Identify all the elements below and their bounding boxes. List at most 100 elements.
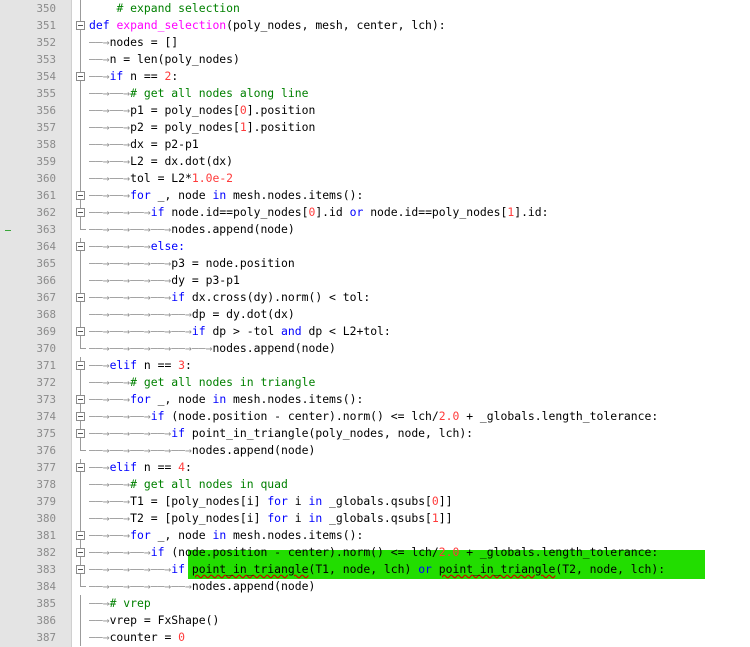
code-text: ——→——→——→——→——→nodes.append(node) xyxy=(89,578,315,595)
fold-toggle-icon[interactable] xyxy=(74,68,86,85)
fold-guide xyxy=(74,119,86,136)
code-token: ——→——→——→——→ xyxy=(89,426,172,440)
code-token: ——→——→——→——→——→ xyxy=(89,324,192,338)
code-line[interactable]: 365 ——→——→——→——→p3 = node.position xyxy=(0,255,750,272)
fold-toggle-icon[interactable] xyxy=(74,391,86,408)
code-line[interactable]: 368 ——→——→——→——→——→dp = dy.dot(dx) xyxy=(0,306,750,323)
code-token: (T2, node, lch): xyxy=(555,562,666,576)
code-line[interactable]: 352 ——→nodes = [] xyxy=(0,34,750,51)
code-token: ——→——→ xyxy=(89,154,131,168)
code-line[interactable]: 385 ——→# vrep xyxy=(0,595,750,612)
code-token: T1 = [poly_nodes[i] xyxy=(130,494,268,508)
code-line[interactable]: 369 ——→——→——→——→——→if dp > -tol and dp < … xyxy=(0,323,750,340)
code-text: ——→——→——→——→nodes.append(node) xyxy=(89,221,295,238)
fold-toggle-icon[interactable] xyxy=(74,323,86,340)
code-line[interactable]: 353 ——→n = len(poly_nodes) xyxy=(0,51,750,68)
code-token: ——→——→——→——→ xyxy=(89,290,172,304)
code-token: n = len(poly_nodes) xyxy=(109,52,240,66)
code-token: (node.position - center).norm() <= lch/ xyxy=(171,545,439,559)
code-token: dx.cross(dy).norm() < tol: xyxy=(191,290,371,304)
line-number: 350 xyxy=(36,2,56,15)
code-line[interactable]: 366 ——→——→——→——→dy = p3-p1 xyxy=(0,272,750,289)
code-line[interactable]: 371 ——→elif n == 3: xyxy=(0,357,750,374)
line-number: 383 xyxy=(36,563,56,576)
code-token: for xyxy=(130,188,158,202)
fold-toggle-icon[interactable] xyxy=(74,527,86,544)
code-line[interactable]: 372 ——→——→# get all nodes in triangle xyxy=(0,374,750,391)
fold-toggle-icon[interactable] xyxy=(74,204,86,221)
code-line[interactable]: 374 ——→——→——→if (node.position - center).… xyxy=(0,408,750,425)
code-line[interactable]: 362 ——→——→——→if node.id==poly_nodes[0].id… xyxy=(0,204,750,221)
code-text: def expand_selection(poly_nodes, mesh, c… xyxy=(89,17,446,34)
code-line[interactable]: 383 ——→——→——→——→if point_in_triangle(T1, … xyxy=(0,561,750,578)
code-line[interactable]: 379 ——→——→T1 = [poly_nodes[i] for i in _g… xyxy=(0,493,750,510)
code-line[interactable]: 386 ——→vrep = FxShape() xyxy=(0,612,750,629)
code-line[interactable]: 364 ——→——→——→else: xyxy=(0,238,750,255)
code-token: ——→——→——→——→——→ xyxy=(89,307,192,321)
code-line[interactable]: 367 ——→——→——→——→if dx.cross(dy).norm() < … xyxy=(0,289,750,306)
fold-toggle-icon[interactable] xyxy=(74,425,86,442)
code-token: ——→ xyxy=(89,52,110,66)
code-token: if xyxy=(171,426,192,440)
code-line[interactable]: 363 ——→——→——→——→nodes.append(node) xyxy=(0,221,750,238)
fold-toggle-icon[interactable] xyxy=(74,357,86,374)
code-line[interactable]: 382 ——→——→——→if (node.position - center).… xyxy=(0,544,750,561)
code-token: ——→——→ xyxy=(89,171,131,185)
code-line[interactable]: 361 ——→——→for _, node in mesh.nodes.items… xyxy=(0,187,750,204)
code-token: 1.0e-2 xyxy=(191,171,234,185)
code-token: _, node xyxy=(157,392,213,406)
fold-toggle-icon[interactable] xyxy=(74,408,86,425)
code-token: dp < L2+tol: xyxy=(308,324,391,338)
fold-toggle-icon[interactable] xyxy=(74,459,86,476)
code-token: 0 xyxy=(431,494,439,508)
code-line[interactable]: 359 ——→——→L2 = dx.dot(dx) xyxy=(0,153,750,170)
code-token: for xyxy=(130,392,158,406)
code-line[interactable]: 384 ——→——→——→——→——→nodes.append(node) xyxy=(0,578,750,595)
code-line[interactable]: 376 ——→——→——→——→——→nodes.append(node) xyxy=(0,442,750,459)
code-token: + _globals.length_tolerance: xyxy=(459,545,659,559)
code-token: if xyxy=(171,290,192,304)
code-line[interactable]: 357 ——→——→p2 = poly_nodes[1].position xyxy=(0,119,750,136)
code-token: expand_selection xyxy=(116,18,227,32)
code-line[interactable]: 350 # expand selection xyxy=(0,0,750,17)
code-line[interactable]: 381 ——→——→for _, node in mesh.nodes.items… xyxy=(0,527,750,544)
code-token: # get all nodes in quad xyxy=(130,477,288,491)
code-text: ——→——→# get all nodes along line xyxy=(89,85,308,102)
code-token: nodes.append(node) xyxy=(191,579,316,593)
code-line[interactable]: 373 ——→——→for _, node in mesh.nodes.items… xyxy=(0,391,750,408)
code-line[interactable]: 387 ——→counter = 0 xyxy=(0,629,750,646)
fold-toggle-icon[interactable] xyxy=(74,187,86,204)
line-number: 356 xyxy=(36,104,56,117)
code-line[interactable]: 355 ——→——→# get all nodes along line xyxy=(0,85,750,102)
code-line[interactable]: 358 ——→——→dx = p2-p1 xyxy=(0,136,750,153)
code-line[interactable]: 378 ——→——→# get all nodes in quad xyxy=(0,476,750,493)
code-line[interactable]: 380 ——→——→T2 = [poly_nodes[i] for i in _g… xyxy=(0,510,750,527)
code-text: ——→vrep = FxShape() xyxy=(89,612,219,629)
fold-toggle-icon[interactable] xyxy=(74,289,86,306)
code-token: else: xyxy=(150,239,186,253)
code-line[interactable]: 377 ——→elif n == 4: xyxy=(0,459,750,476)
line-number: 376 xyxy=(36,444,56,457)
fold-guide xyxy=(74,374,86,391)
line-number: 385 xyxy=(36,597,56,610)
code-editor[interactable]: 350 # expand selection 351 def expand_sele… xyxy=(0,0,750,647)
fold-toggle-icon[interactable] xyxy=(74,561,86,578)
fold-toggle-icon[interactable] xyxy=(74,544,86,561)
code-text: ——→n = len(poly_nodes) xyxy=(89,51,240,68)
code-text: ——→# vrep xyxy=(89,595,151,612)
fold-toggle-icon[interactable] xyxy=(74,17,86,34)
code-line[interactable]: 351 def expand_selection(poly_nodes, mesh… xyxy=(0,17,750,34)
code-token: # get all nodes in triangle xyxy=(130,375,316,389)
code-text: ——→——→——→——→——→if dp > -tol and dp < L2+… xyxy=(89,323,391,340)
code-token: i xyxy=(294,511,309,525)
code-line[interactable]: 370 ——→——→——→——→——→——→nodes.append(node) xyxy=(0,340,750,357)
code-line[interactable]: 354 ——→if n == 2: xyxy=(0,68,750,85)
code-text: ——→——→——→——→p3 = node.position xyxy=(89,255,295,272)
code-line[interactable]: 360 ——→——→tol = L2*1.0e-2 xyxy=(0,170,750,187)
code-token: and xyxy=(281,324,309,338)
fold-toggle-icon[interactable] xyxy=(74,238,86,255)
code-line[interactable]: 375 ——→——→——→——→if point_in_triangle(poly… xyxy=(0,425,750,442)
code-token: ——→——→ xyxy=(89,528,131,542)
code-token: ].position xyxy=(246,103,316,117)
code-line[interactable]: 356 ——→——→p1 = poly_nodes[0].position xyxy=(0,102,750,119)
